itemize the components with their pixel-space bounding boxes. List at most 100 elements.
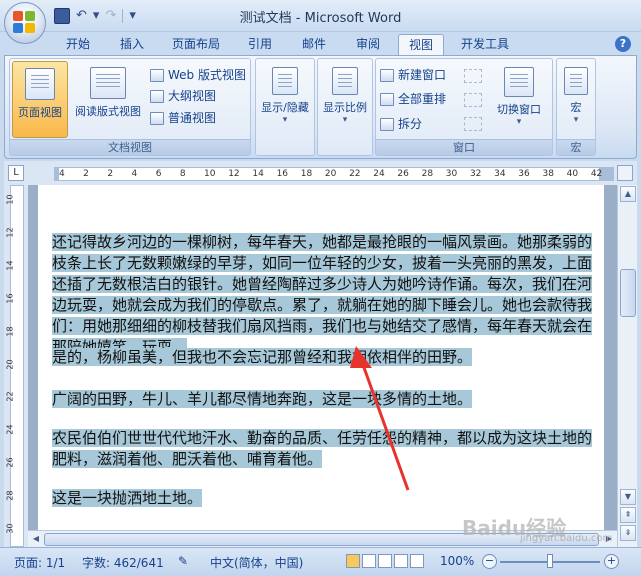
tab-review[interactable]: 审阅 — [346, 34, 390, 56]
next-page-icon[interactable]: ⇟ — [620, 525, 636, 541]
full-screen-reading-button[interactable]: 阅读版式视图 — [70, 61, 146, 138]
vruler-tick-label: 26 — [5, 457, 15, 468]
paragraph-5[interactable]: 这是一块抛洒地土地。 — [52, 488, 600, 509]
group-label-window: 窗口 — [376, 139, 552, 155]
vruler-tick-label: 16 — [5, 293, 15, 304]
ruler-tick-label: 34 — [494, 169, 506, 179]
print-layout-button[interactable]: 页面视图 — [12, 61, 68, 138]
zoom-out-icon[interactable]: − — [482, 554, 497, 569]
print-layout-view-icon[interactable] — [346, 554, 360, 568]
ruler-tick-label: 36 — [518, 169, 530, 179]
scroll-up-icon[interactable]: ▲ — [620, 186, 636, 202]
split-button[interactable]: 拆分 — [380, 114, 422, 134]
zoom-label: 显示比例 — [323, 101, 367, 114]
split-icon — [380, 117, 394, 131]
new-window-button[interactable]: 新建窗口 — [380, 65, 446, 85]
print-layout-label: 页面视图 — [18, 106, 62, 119]
scroll-down-icon[interactable]: ▼ — [620, 489, 636, 505]
full-screen-reading-label: 阅读版式视图 — [75, 105, 141, 118]
draft-button[interactable]: 普通视图 — [150, 108, 216, 128]
outline-view-icon[interactable] — [394, 554, 408, 568]
switch-windows-icon — [504, 67, 534, 97]
reset-window-position-icon[interactable] — [464, 117, 482, 131]
ruler-tick-label: 14 — [252, 169, 264, 179]
zoom-in-icon[interactable]: + — [604, 554, 619, 569]
view-ruler-button[interactable] — [617, 165, 633, 181]
draft-icon — [150, 111, 164, 125]
scroll-left-icon[interactable]: ◀ — [29, 532, 43, 546]
tab-references[interactable]: 引用 — [238, 34, 282, 56]
vruler-tick-label: 30 — [5, 523, 15, 534]
title-bar: ↶ ▾ ↷ ▾ 测试文档 - Microsoft Word — [0, 0, 641, 32]
ruler-tick-label: 6 — [155, 169, 162, 179]
tab-view[interactable]: 视图 — [398, 34, 444, 56]
ruler-tick-label: 10 — [204, 169, 216, 179]
web-layout-view-icon[interactable] — [378, 554, 392, 568]
tab-home[interactable]: 开始 — [56, 34, 100, 56]
previous-page-icon[interactable]: ⇞ — [620, 507, 636, 523]
ruler-tick-label: 38 — [542, 169, 554, 179]
synchronous-scrolling-icon[interactable] — [464, 93, 482, 107]
paragraph-4-text: 农民伯伯们世世代代地汗水、勤奋的品质、任劳任怨的精神，都以成为这块土地的肥料，滋… — [52, 429, 593, 468]
macros-button-label: 宏 — [570, 101, 582, 114]
arrange-all-icon — [380, 92, 394, 106]
tab-mailings[interactable]: 邮件 — [292, 34, 336, 56]
tab-insert[interactable]: 插入 — [110, 34, 154, 56]
ruler-tick-label: 8 — [179, 169, 186, 179]
magnifier-icon — [332, 67, 358, 95]
document-page[interactable]: 还记得故乡河边的一棵柳树，每年春天，她都是最抢眼的一幅风景画。她那柔弱的枝条上长… — [38, 185, 604, 530]
page-count[interactable]: 页面: 1/1 — [14, 554, 65, 571]
language-indicator[interactable]: 中文(简体，中国) — [210, 554, 303, 571]
ruler-tick-label: 42 — [590, 169, 603, 179]
vruler-tick-label: 24 — [5, 424, 15, 435]
help-icon[interactable]: ? — [615, 36, 631, 52]
ruler-tick-label: 40 — [566, 169, 579, 179]
zoom-dropdown-icon: ▾ — [342, 115, 348, 125]
vruler-tick-label: 28 — [5, 490, 15, 501]
show-hide-button[interactable]: 显示/隐藏 ▾ — [258, 61, 312, 138]
arrange-all-button[interactable]: 全部重排 — [380, 89, 446, 109]
zoom-button[interactable]: 显示比例 ▾ — [320, 61, 370, 138]
ruler-tick-label: 2 — [83, 169, 89, 179]
tab-selector[interactable]: L — [8, 165, 24, 181]
paragraph-1[interactable]: 还记得故乡河边的一棵柳树，每年春天，她都是最抢眼的一幅风景画。她那柔弱的枝条上长… — [52, 232, 600, 358]
baidu-watermark-url: jingyan.baidu.com — [520, 533, 613, 544]
outline-button[interactable]: 大纲视图 — [150, 86, 216, 106]
office-button[interactable] — [4, 2, 46, 44]
web-layout-button[interactable]: Web 版式视图 — [150, 65, 246, 85]
zoom-slider-thumb[interactable] — [547, 554, 553, 568]
ribbon: 页面视图 阅读版式视图 Web 版式视图 大纲视图 普通视图 文档视图 显示/隐… — [4, 55, 637, 159]
group-label-macros: 宏 — [557, 139, 595, 155]
paragraph-4[interactable]: 农民伯伯们世世代代地汗水、勤奋的品质、任劳任怨的精神，都以成为这块土地的肥料，滋… — [52, 428, 600, 470]
window-title: 测试文档 - Microsoft Word — [239, 11, 402, 26]
paragraph-3[interactable]: 广阔的田野，牛儿、羊儿都尽情地奔跑，这是一块多情的土地。 — [52, 389, 600, 410]
office-logo-icon — [13, 11, 37, 35]
switch-windows-button[interactable]: 切换窗口 ▾ — [488, 61, 550, 138]
draft-label: 普通视图 — [168, 111, 217, 125]
print-layout-icon — [25, 68, 55, 100]
tab-page-layout[interactable]: 页面布局 — [164, 34, 228, 56]
tab-developer[interactable]: 开发工具 — [452, 34, 518, 56]
zoom-level[interactable]: 100% — [440, 554, 474, 568]
reading-view-icon[interactable] — [362, 554, 376, 568]
view-side-by-side-icon[interactable] — [464, 69, 482, 83]
macros-dropdown-icon: ▾ — [573, 115, 579, 125]
ruler-tick-label: 20 — [324, 169, 337, 179]
vertical-scroll-thumb[interactable] — [620, 269, 636, 317]
show-hide-label: 显示/隐藏 — [261, 101, 309, 114]
ruler-tick-label: 4 — [59, 169, 65, 179]
horizontal-ruler[interactable]: 4 2 2 4 6 8 10 12 14 16 18 20 22 24 26 28 30 32 34 36 38 40 42 — [54, 167, 614, 181]
vertical-scrollbar[interactable]: ▲ ▼ ⇞ ⇟ — [617, 185, 637, 547]
draft-view-icon[interactable] — [410, 554, 424, 568]
paragraph-2[interactable]: 是的，杨柳虽美，但我也不会忘记那曾经和我相依相伴的田野。 — [52, 347, 600, 368]
vruler-tick-label: 20 — [5, 358, 15, 370]
paragraph-3-text: 广阔的田野，牛儿、羊儿都尽情地奔跑，这是一块多情的土地。 — [52, 390, 473, 408]
show-hide-icon — [272, 67, 298, 95]
group-document-views: 页面视图 阅读版式视图 Web 版式视图 大纲视图 普通视图 文档视图 — [9, 58, 251, 156]
ruler-tick-label: 2 — [107, 169, 114, 179]
book-icon — [90, 67, 126, 99]
word-count[interactable]: 字数: 462/641 — [82, 554, 164, 571]
macros-button[interactable]: 宏 ▾ — [559, 61, 593, 138]
proofing-icon[interactable]: ✎ — [178, 554, 188, 568]
switch-windows-dropdown-icon: ▾ — [516, 117, 522, 127]
